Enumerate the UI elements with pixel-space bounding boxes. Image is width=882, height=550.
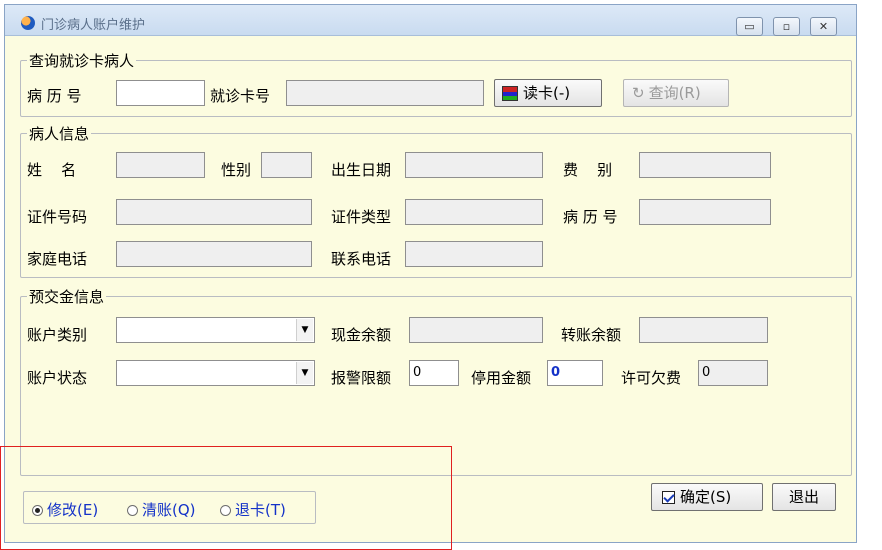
query-record-no-input[interactable] xyxy=(116,80,205,106)
account-type-label: 账户类别 xyxy=(27,326,88,344)
alarm-limit-input[interactable]: 0 xyxy=(409,360,459,386)
account-status-label: 账户状态 xyxy=(27,369,88,387)
query-group-title: 查询就诊卡病人 xyxy=(27,50,137,71)
fee-type-label: 费 别 xyxy=(563,161,613,179)
app-icon xyxy=(21,16,35,30)
query-label: 查询(R) xyxy=(648,84,701,102)
patient-record-no-field xyxy=(639,199,771,225)
patient-group-title: 病人信息 xyxy=(27,123,92,144)
checkmark-icon xyxy=(662,491,675,504)
id-number-field xyxy=(116,199,312,225)
transfer-balance-field xyxy=(639,317,768,343)
radio-modify[interactable]: 修改(E) xyxy=(32,499,98,520)
card-no-input[interactable] xyxy=(286,80,484,106)
radio-checked-icon xyxy=(32,505,43,516)
exit-button[interactable]: 退出 xyxy=(772,483,836,511)
allowed-debt-label: 许可欠费 xyxy=(621,369,682,387)
radio-unchecked-icon xyxy=(127,505,138,516)
home-phone-label: 家庭电话 xyxy=(27,250,88,268)
confirm-label: 确定(S) xyxy=(680,488,732,506)
stop-amount-input[interactable]: 0 xyxy=(547,360,603,386)
deposit-group-title: 预交金信息 xyxy=(27,286,107,307)
confirm-button[interactable]: 确定(S) xyxy=(651,483,763,511)
radio-clear-label: 清账(Q) xyxy=(142,501,196,519)
home-phone-field xyxy=(116,241,312,267)
alarm-limit-label: 报警限额 xyxy=(331,369,392,387)
radio-modify-label: 修改(E) xyxy=(47,501,99,519)
contact-phone-label: 联系电话 xyxy=(331,250,392,268)
maximize-button[interactable]: ▫ xyxy=(773,17,800,36)
refresh-icon: ↻ xyxy=(632,84,645,102)
read-card-label: 读卡(-) xyxy=(523,84,571,102)
mode-radio-group: 修改(E) 清账(Q) 退卡(T) xyxy=(23,491,316,524)
fee-type-field xyxy=(639,152,771,178)
name-label: 姓 名 xyxy=(27,161,77,179)
title-bar: 门诊病人账户维护 ▭ ▫ ✕ xyxy=(5,5,856,36)
card-no-label: 就诊卡号 xyxy=(210,87,271,105)
gender-field xyxy=(261,152,312,178)
radio-clear-account[interactable]: 清账(Q) xyxy=(127,499,196,520)
window-title: 门诊病人账户维护 xyxy=(41,18,146,33)
minimize-button[interactable]: ▭ xyxy=(736,17,763,36)
account-status-select[interactable]: ▼ xyxy=(116,360,315,386)
name-field xyxy=(116,152,205,178)
id-type-label: 证件类型 xyxy=(331,208,392,226)
id-type-field xyxy=(405,199,543,225)
birth-date-label: 出生日期 xyxy=(331,161,392,179)
patient-record-no-label: 病 历 号 xyxy=(563,208,618,226)
contact-phone-field xyxy=(405,241,543,267)
account-maintenance-window: 门诊病人账户维护 ▭ ▫ ✕ 查询就诊卡病人 病 历 号 就诊卡号 读卡(-) … xyxy=(4,4,857,543)
query-record-no-label: 病 历 号 xyxy=(27,87,82,105)
dropdown-arrow-icon[interactable]: ▼ xyxy=(296,319,313,341)
radio-unchecked-icon xyxy=(220,505,231,516)
cash-balance-label: 现金余额 xyxy=(331,326,392,344)
query-button[interactable]: ↻ 查询(R) xyxy=(623,79,729,107)
read-card-button[interactable]: 读卡(-) xyxy=(494,79,602,107)
close-button[interactable]: ✕ xyxy=(810,17,837,36)
allowed-debt-field: 0 xyxy=(698,360,768,386)
radio-return-label: 退卡(T) xyxy=(235,501,286,519)
cash-balance-field xyxy=(409,317,543,343)
transfer-balance-label: 转账余额 xyxy=(561,326,622,344)
account-type-select[interactable]: ▼ xyxy=(116,317,315,343)
dropdown-arrow-icon[interactable]: ▼ xyxy=(296,362,313,384)
stop-amount-label: 停用金额 xyxy=(471,369,532,387)
radio-return-card[interactable]: 退卡(T) xyxy=(220,499,286,520)
birth-date-field xyxy=(405,152,543,178)
gender-label: 性别 xyxy=(221,161,252,179)
card-reader-icon xyxy=(502,86,518,101)
id-number-label: 证件号码 xyxy=(27,208,88,226)
